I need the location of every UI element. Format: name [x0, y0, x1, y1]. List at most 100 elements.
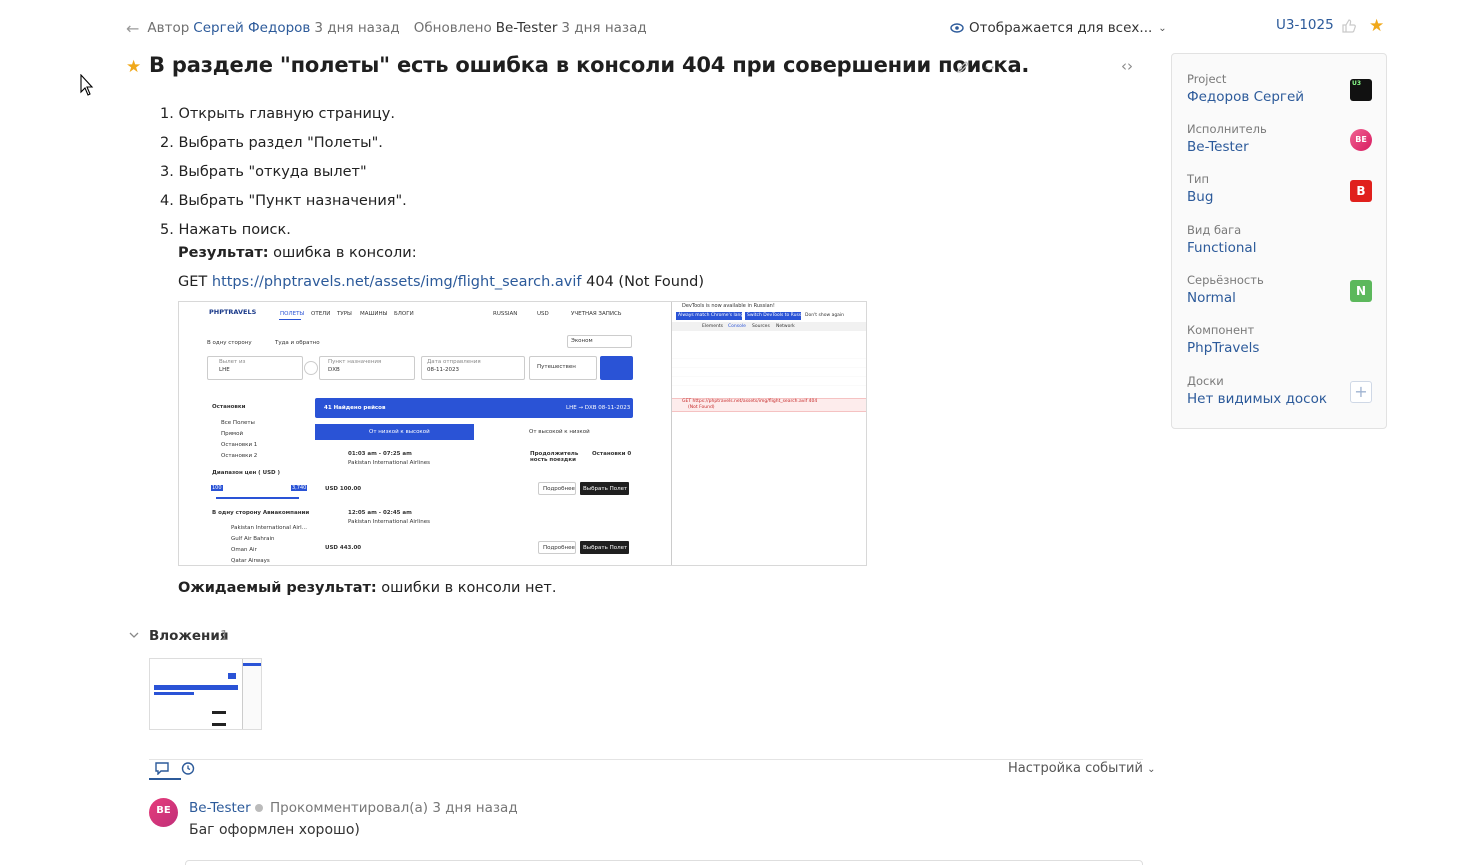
shot-lang: RUSSIAN [493, 311, 518, 317]
dt-tab: Sources [752, 324, 770, 329]
add-board-icon[interactable]: + [1350, 381, 1372, 403]
step-item: 2. Выбрать раздел "Полеты". [160, 135, 383, 151]
shot-select-btn: Выбрать Полет [583, 486, 628, 492]
comment-author-link[interactable]: Be-Tester [189, 800, 251, 816]
field-label: Серьёзность [1187, 273, 1264, 287]
thumb-select-btn-2 [212, 723, 226, 726]
shot-travellers: Путешествен [537, 364, 576, 370]
back-arrow-icon[interactable]: ← [126, 19, 139, 38]
author-time: 3 дня назад [314, 20, 400, 36]
author-link[interactable]: Сергей Федоров [193, 20, 310, 36]
get-prefix: GET [178, 274, 212, 290]
shot-price-title: Диапазон цен ( USD ) [212, 470, 281, 476]
severity-badge: N [1350, 280, 1372, 302]
shot-nav-item: БЛОГИ [394, 311, 414, 317]
mouse-cursor-icon [80, 74, 94, 96]
shot-found: 41 Найдено рейсов [324, 405, 386, 411]
field-value-link[interactable]: Functional [1187, 240, 1256, 256]
dt-error2: (Not Found) [688, 405, 715, 410]
thumbs-up-icon[interactable] [1341, 18, 1357, 34]
activity-divider [149, 759, 1143, 760]
comment-meta: Прокомментировал(а) 3 дня назад [270, 800, 518, 816]
shot-nav-item: ПОЛЕТЫ [280, 311, 305, 317]
shot-stop-item: Остановки 2 [221, 453, 258, 459]
comment-input[interactable] [185, 860, 1143, 865]
dt-tab: Network [776, 324, 795, 329]
updated-by[interactable]: Be-Tester [496, 20, 558, 36]
field-value-link[interactable]: Be-Tester [1187, 139, 1267, 155]
shot-account: УЧЕТНАЯ ЗАПИСЬ [571, 311, 622, 317]
history-tab-icon[interactable] [181, 761, 195, 775]
dt-settings-rows [672, 350, 866, 392]
eye-icon [950, 23, 964, 33]
more-options-icon[interactable]: ··· [984, 58, 1002, 77]
shot-airline-item: Qatar Airways [231, 558, 270, 564]
field-label: Тип [1187, 172, 1210, 186]
page-title: В разделе "полеты" есть ошибка в консоли… [149, 53, 1030, 77]
dt-tab: Elements [702, 324, 723, 329]
field-label: Исполнитель [1187, 122, 1267, 136]
updated-prefix: Обновлено [413, 20, 492, 36]
title-star-icon[interactable]: ★ [126, 57, 141, 77]
dt-dont: Don't show again [805, 313, 845, 318]
field-label: Компонент [1187, 323, 1255, 337]
thumb-search-btn [228, 673, 236, 679]
field-value-link[interactable]: Федоров Сергей [1187, 89, 1304, 105]
assignee-avatar: BE [1350, 129, 1372, 151]
field-type: Тип Bug [1187, 172, 1213, 205]
issue-id-link[interactable]: U3-1025 [1276, 17, 1334, 37]
code-view-icon[interactable]: ‹› [1121, 57, 1133, 75]
avatar[interactable]: BE [149, 798, 178, 827]
expected-label: Ожидаемый результат: [178, 580, 377, 596]
error-url-link[interactable]: https://phptravels.net/assets/img/flight… [212, 274, 582, 290]
step-item: 3. Выбрать "откуда вылет" [160, 164, 367, 180]
shot-nav-item: ОТЕЛИ [311, 311, 331, 317]
shot-sort-high: От высокой к низкой [529, 429, 590, 435]
events-settings-dropdown[interactable]: Настройка событий ⌄ [1008, 761, 1155, 776]
embedded-screenshot[interactable]: PHPTRAVELS ПОЛЕТЫ ОТЕЛИ ТУРЫ МАШИНЫ БЛОГ… [178, 301, 867, 566]
thumb-devtools-btn [243, 663, 261, 666]
visibility-dropdown[interactable]: Отображается для всех... ⌄ [950, 17, 1167, 39]
chevron-down-icon[interactable] [128, 630, 140, 640]
field-value-link[interactable]: Bug [1187, 189, 1213, 205]
shot-swap-icon [304, 361, 318, 375]
updated-time: 3 дня назад [561, 20, 647, 36]
shot-stop-item: Остановки 1 [221, 442, 258, 448]
shot-date-val: 08-11-2023 [427, 367, 459, 373]
screenshot-devtools-panel: DevTools is now available in Russian! Al… [671, 302, 866, 565]
shot-details-btn: Подробнее [543, 486, 575, 492]
shot-airlines-title: В одну сторону Авиакомпании [212, 510, 310, 516]
shot-date-label: Дата отправления [427, 359, 481, 365]
field-assignee: Исполнитель Be-Tester [1187, 122, 1267, 155]
field-value-link[interactable]: Normal [1187, 290, 1264, 306]
result-line: Результат: ошибка в консоли: [178, 245, 417, 261]
field-value-link[interactable]: Нет видимых досок [1187, 391, 1327, 407]
shot-route: LHE → DXB 08-11-2023 [566, 405, 631, 411]
dt-error: GET https://phptravels.net/assets/img/fl… [682, 399, 818, 404]
field-label: Project [1187, 72, 1227, 86]
shot-stops-title: Остановки [212, 404, 246, 410]
comment-tab-icon[interactable] [155, 761, 169, 775]
dt-notice: DevTools is now available in Russian! [682, 303, 775, 309]
field-severity: Серьёзность Normal [1187, 273, 1264, 306]
author-prefix: Автор [147, 20, 190, 36]
shot-nav-item: МАШИНЫ [360, 311, 388, 317]
field-bug-kind: Вид бага Functional [1187, 223, 1256, 256]
dt-tab: Console [728, 324, 746, 329]
shot-price-min: 100 [212, 485, 222, 491]
result-text: ошибка в консоли: [268, 245, 417, 261]
attachment-thumbnail[interactable] [149, 658, 262, 730]
field-value-link[interactable]: PhpTravels [1187, 340, 1259, 356]
step-item: 4. Выбрать "Пункт назначения". [160, 193, 407, 209]
shot-cabin: Эконом [571, 338, 593, 344]
shot-flight1-time: 01:03 am - 07:25 am [348, 451, 412, 457]
shot-to-val: DXB [328, 367, 340, 373]
chevron-down-icon: ⌄ [1158, 22, 1167, 34]
field-boards: Доски Нет видимых досок [1187, 374, 1327, 407]
favorite-star-icon[interactable]: ★ [1369, 16, 1384, 36]
edit-pencil-icon[interactable] [956, 60, 970, 74]
shot-currency: USD [537, 311, 549, 317]
shot-flight1-airline: Pakistan International Airlines [348, 460, 430, 466]
get-line: GET https://phptravels.net/assets/img/fl… [178, 274, 704, 290]
shot-flight2-price: USD 443.00 [325, 545, 362, 551]
